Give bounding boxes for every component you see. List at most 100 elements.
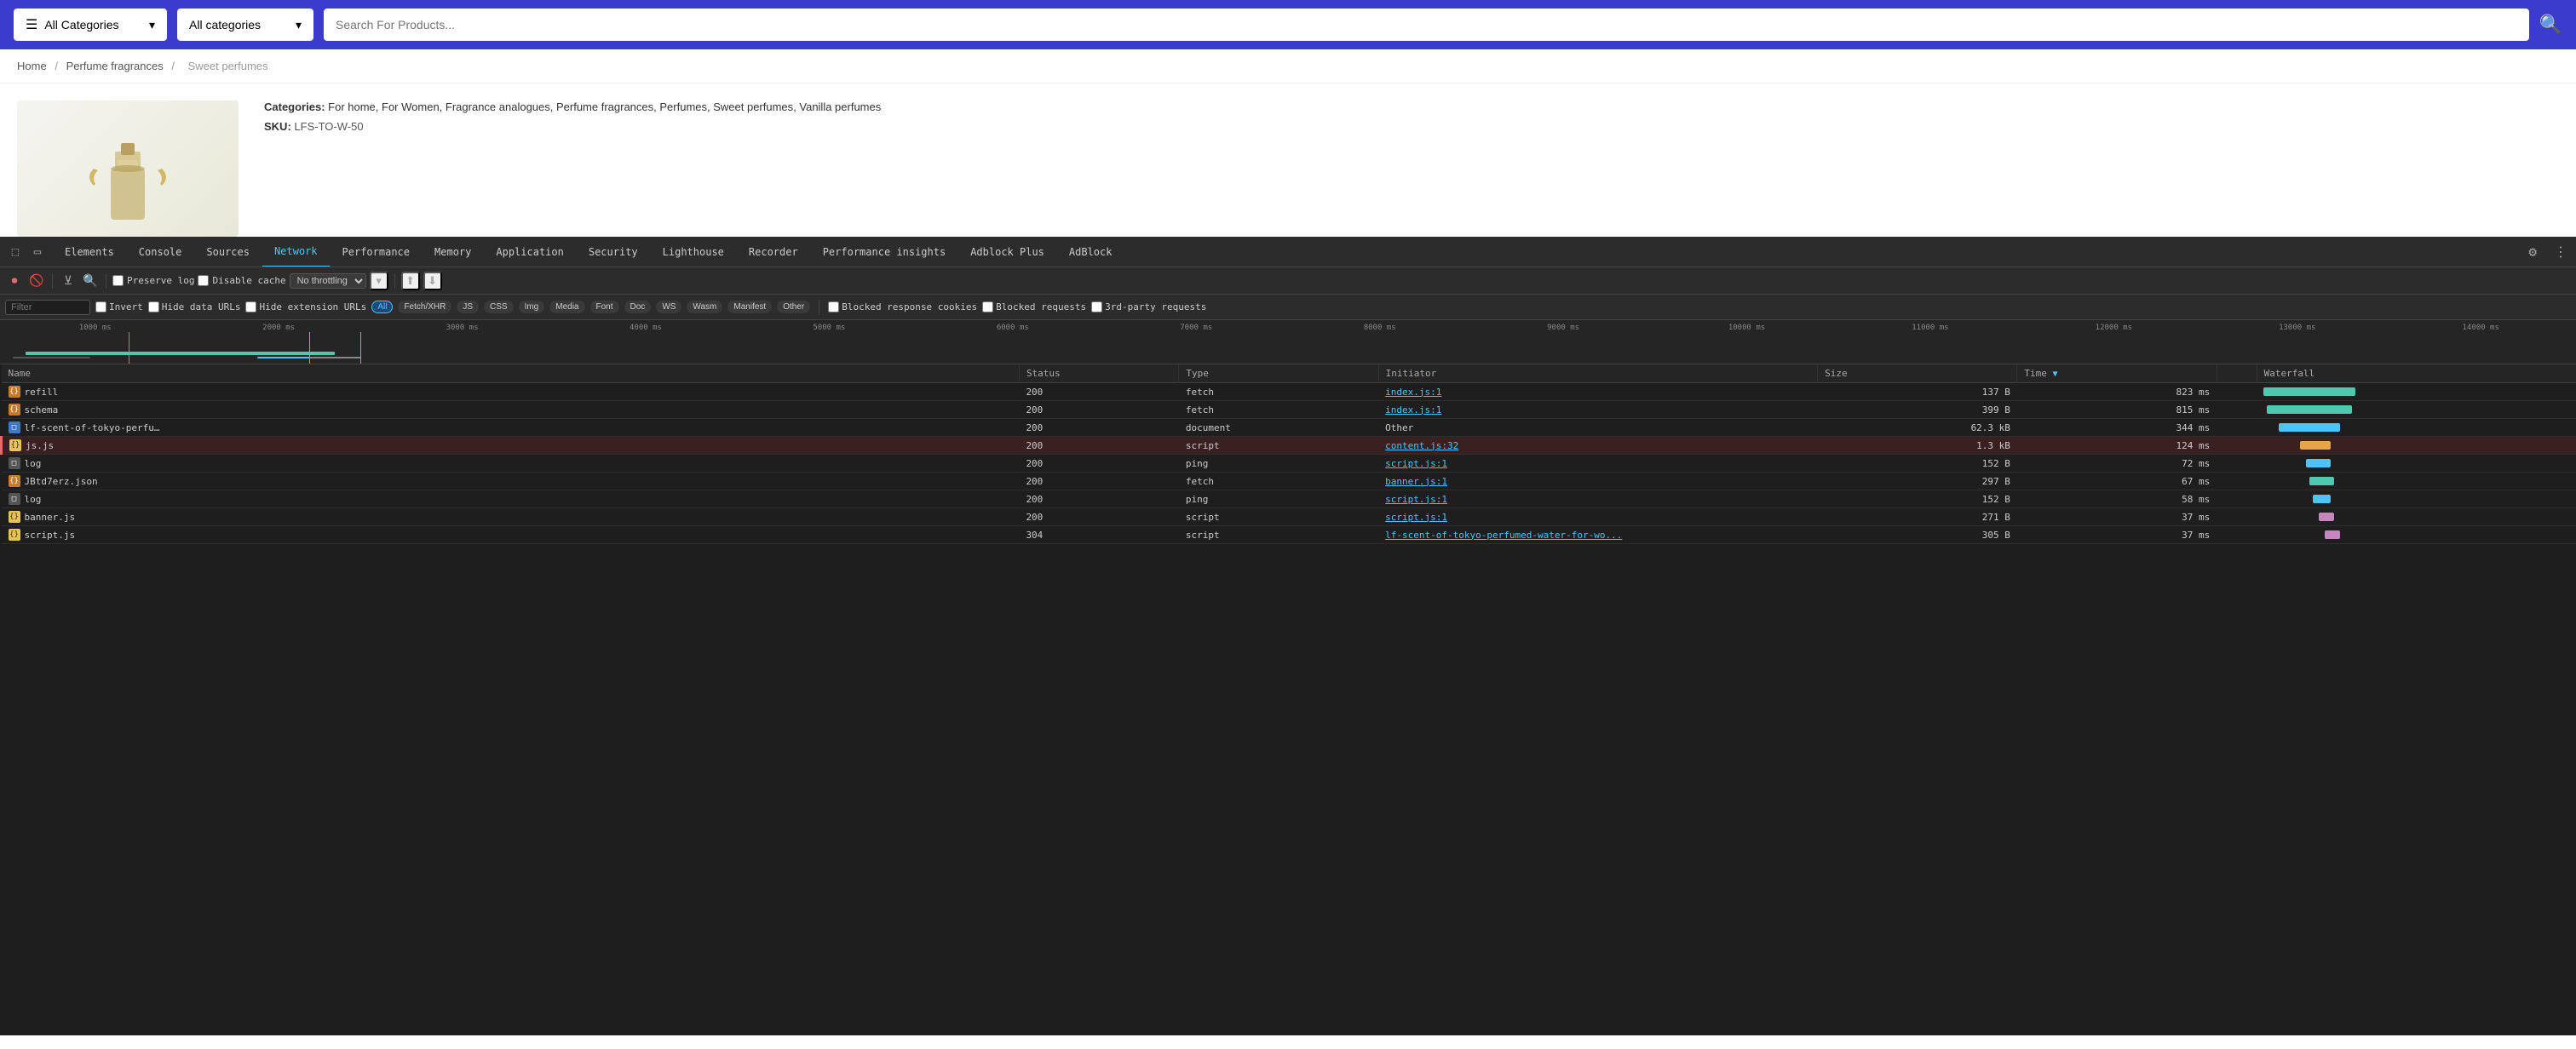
timeline-label-2: 3000 ms xyxy=(371,324,554,332)
tab-application[interactable]: Application xyxy=(484,237,576,267)
filter-media-btn[interactable]: Media xyxy=(549,301,584,313)
inspect-icon[interactable]: ⬚ xyxy=(7,244,24,261)
initiator-link[interactable]: script.js:1 xyxy=(1385,494,1447,505)
col-header-size[interactable]: Size xyxy=(1818,364,2017,383)
invert-label[interactable]: Invert xyxy=(95,301,143,312)
device-toolbar-icon[interactable]: ▭ xyxy=(29,244,46,261)
search-button[interactable]: 🔍 xyxy=(2539,14,2562,36)
table-row[interactable]: {}refill200fetchindex.js:1137 B823 ms xyxy=(2,383,2576,401)
blocked-cookies-label[interactable]: Blocked response cookies xyxy=(828,301,977,312)
disable-cache-label[interactable]: Disable cache xyxy=(198,275,285,286)
cell-initiator[interactable]: script.js:1 xyxy=(1378,490,1817,508)
initiator-link[interactable]: script.js:1 xyxy=(1385,458,1447,469)
throttle-select[interactable]: No throttling xyxy=(290,273,366,289)
filter-font-btn[interactable]: Font xyxy=(590,301,619,313)
filter-ws-btn[interactable]: WS xyxy=(656,301,681,313)
tab-performance[interactable]: Performance xyxy=(331,237,423,267)
tab-lighthouse[interactable]: Lighthouse xyxy=(651,237,737,267)
table-row[interactable]: □log200pingscript.js:1152 B72 ms xyxy=(2,455,2576,473)
hide-data-urls-label[interactable]: Hide data URLs xyxy=(148,301,241,312)
third-party-checkbox[interactable] xyxy=(1091,301,1102,312)
throttle-dropdown-btn[interactable]: ▾ xyxy=(370,272,388,290)
tab-security[interactable]: Security xyxy=(577,237,651,267)
table-row[interactable]: {}schema200fetchindex.js:1399 B815 ms xyxy=(2,401,2576,419)
filter-other-btn[interactable]: Other xyxy=(777,301,810,313)
col-header-waterfall[interactable]: Waterfall xyxy=(2257,364,2576,383)
cell-initiator[interactable]: index.js:1 xyxy=(1378,383,1817,401)
col-header-status[interactable]: Status xyxy=(1019,364,1178,383)
col-header-type[interactable]: Type xyxy=(1179,364,1378,383)
col-header-time[interactable]: Time ▼ xyxy=(2017,364,2217,383)
tab-recorder[interactable]: Recorder xyxy=(737,237,811,267)
all-categories-select-button[interactable]: All categories ▾ xyxy=(177,9,313,41)
tab-memory[interactable]: Memory xyxy=(423,237,484,267)
filter-button[interactable]: ⊻ xyxy=(59,272,78,290)
initiator-link[interactable]: content.js:32 xyxy=(1385,440,1458,451)
filter-fetch-xhr-btn[interactable]: Fetch/XHR xyxy=(398,301,451,313)
search-input[interactable] xyxy=(324,9,2529,41)
disable-cache-text: Disable cache xyxy=(212,275,285,286)
waterfall-bar xyxy=(2300,441,2331,450)
cell-name: {}script.js xyxy=(2,526,172,543)
table-row[interactable]: {}banner.js200scriptscript.js:1271 B37 m… xyxy=(2,508,2576,526)
disable-cache-checkbox[interactable] xyxy=(198,275,209,286)
breadcrumb-home[interactable]: Home xyxy=(17,60,47,72)
initiator-link[interactable]: script.js:1 xyxy=(1385,512,1447,523)
initiator-link[interactable]: banner.js:1 xyxy=(1385,476,1447,487)
filter-doc-btn[interactable]: Doc xyxy=(624,301,652,313)
network-table-container[interactable]: Name Status Type Initiator Size Time ▼ W… xyxy=(0,364,2576,1035)
blocked-requests-checkbox[interactable] xyxy=(982,301,993,312)
table-row[interactable]: □log200pingscript.js:1152 B58 ms xyxy=(2,490,2576,508)
filter-css-btn[interactable]: CSS xyxy=(484,301,514,313)
third-party-label[interactable]: 3rd-party requests xyxy=(1091,301,1206,312)
row-name-text: lf-scent-of-tokyo-perfumed-water-for-wom… xyxy=(25,422,165,433)
filter-img-btn[interactable]: Img xyxy=(519,301,545,313)
record-button[interactable]: ⏺ xyxy=(5,272,24,290)
cell-status: 304 xyxy=(1019,526,1178,544)
preserve-log-checkbox[interactable] xyxy=(112,275,124,286)
tab-performance-insights[interactable]: Performance insights xyxy=(811,237,959,267)
col-header-initiator[interactable]: Initiator xyxy=(1378,364,1817,383)
table-row[interactable]: {}JBtd7erz.json200fetchbanner.js:1297 B6… xyxy=(2,473,2576,490)
filter-all-btn[interactable]: All xyxy=(371,301,393,313)
import-btn[interactable]: ⬆ xyxy=(401,272,420,290)
devtools-settings-icon[interactable]: ⚙ xyxy=(2520,244,2545,260)
export-btn[interactable]: ⬇ xyxy=(423,272,442,290)
cell-initiator[interactable]: script.js:1 xyxy=(1378,508,1817,526)
filter-input[interactable] xyxy=(5,300,90,315)
blocked-requests-label[interactable]: Blocked requests xyxy=(982,301,1086,312)
filter-wasm-btn[interactable]: Wasm xyxy=(687,301,722,313)
tab-adblock[interactable]: AdBlock xyxy=(1057,237,1125,267)
search-button[interactable]: 🔍 xyxy=(81,272,100,290)
tab-adblock-plus[interactable]: Adblock Plus xyxy=(958,237,1057,267)
filter-js-btn[interactable]: JS xyxy=(457,301,479,313)
blocked-cookies-checkbox[interactable] xyxy=(828,301,839,312)
hide-extension-urls-label[interactable]: Hide extension URLs xyxy=(245,301,366,312)
tab-sources[interactable]: Sources xyxy=(194,237,262,267)
table-row[interactable]: {}js.js200scriptcontent.js:321.3 kB124 m… xyxy=(2,437,2576,455)
breadcrumb-perfume-fragrances[interactable]: Perfume fragrances xyxy=(66,60,164,72)
tab-elements[interactable]: Elements xyxy=(53,237,127,267)
cell-initiator[interactable]: lf-scent-of-tokyo-perfumed-water-for-wo.… xyxy=(1378,526,1817,544)
all-categories-button[interactable]: ☰ All Categories ▾ xyxy=(14,9,167,41)
tab-console[interactable]: Console xyxy=(127,237,195,267)
clear-button[interactable]: 🚫 xyxy=(27,272,46,290)
invert-checkbox[interactable] xyxy=(95,301,106,312)
cell-initiator[interactable]: script.js:1 xyxy=(1378,455,1817,473)
hide-extension-urls-checkbox[interactable] xyxy=(245,301,256,312)
preserve-log-label[interactable]: Preserve log xyxy=(112,275,194,286)
initiator-link[interactable]: index.js:1 xyxy=(1385,387,1441,398)
hide-data-urls-checkbox[interactable] xyxy=(148,301,159,312)
col-header-name[interactable]: Name xyxy=(2,364,1020,383)
initiator-link[interactable]: lf-scent-of-tokyo-perfumed-water-for-wo.… xyxy=(1385,530,1622,541)
tab-recorder-label: Recorder xyxy=(749,246,798,258)
tab-network[interactable]: Network xyxy=(262,237,331,267)
table-row[interactable]: {}script.js304scriptlf-scent-of-tokyo-pe… xyxy=(2,526,2576,544)
cell-initiator[interactable]: content.js:32 xyxy=(1378,437,1817,455)
cell-initiator[interactable]: index.js:1 xyxy=(1378,401,1817,419)
cell-initiator[interactable]: banner.js:1 xyxy=(1378,473,1817,490)
table-row[interactable]: □lf-scent-of-tokyo-perfumed-water-for-wo… xyxy=(2,419,2576,437)
filter-manifest-btn[interactable]: Manifest xyxy=(727,301,772,313)
initiator-link[interactable]: index.js:1 xyxy=(1385,404,1441,416)
devtools-more-icon[interactable]: ⋮ xyxy=(2545,244,2576,260)
